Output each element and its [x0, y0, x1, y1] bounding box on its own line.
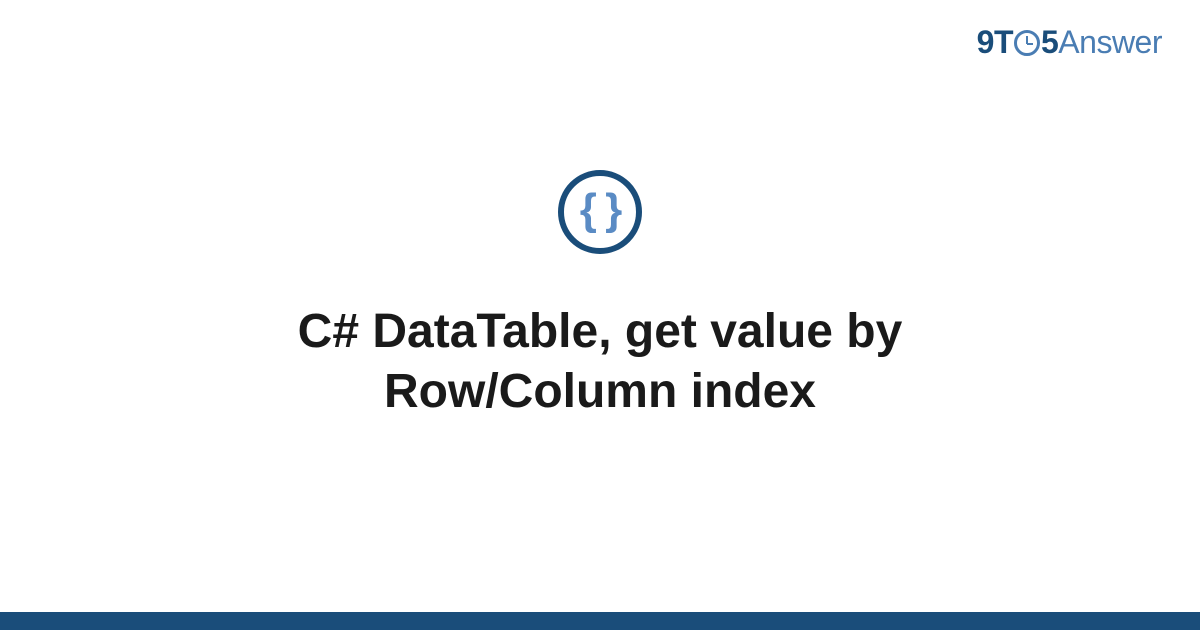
- category-badge: { }: [558, 170, 642, 254]
- clock-icon: [1014, 30, 1040, 56]
- page-title: C# DataTable, get value by Row/Column in…: [150, 302, 1050, 422]
- main-content: { } C# DataTable, get value by Row/Colum…: [0, 170, 1200, 422]
- site-logo: 9T 5Answer: [977, 24, 1162, 61]
- logo-text-answer: Answer: [1058, 24, 1162, 60]
- code-braces-icon: { }: [580, 188, 620, 232]
- logo-text-5: 5: [1041, 24, 1058, 60]
- logo-text-9t: 9T: [977, 24, 1013, 60]
- footer-bar: [0, 612, 1200, 630]
